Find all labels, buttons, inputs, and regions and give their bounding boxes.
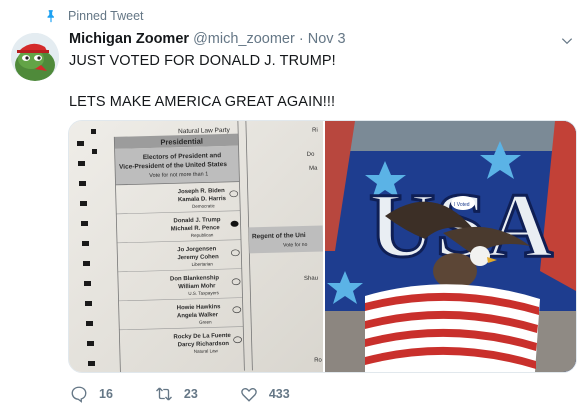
svg-text:Angela Walker: Angela Walker	[177, 312, 219, 319]
ballot-side-instruction: Vote for no	[283, 242, 308, 249]
retweet-action[interactable]: 23	[155, 385, 198, 403]
tweet-header: Michigan Zoomer @mich_zoomer · Nov 3	[69, 31, 346, 47]
svg-text:Natural Law: Natural Law	[194, 348, 219, 354]
svg-text:Republican: Republican	[191, 232, 214, 238]
pinned-label: Pinned Tweet	[68, 9, 144, 23]
like-icon	[241, 387, 257, 402]
tweet-text-line-2: LETS MAKE AMERICA GREAT AGAIN!!!	[69, 94, 336, 110]
tweet-date[interactable]: Nov 3	[308, 31, 346, 47]
avatar[interactable]	[11, 33, 59, 81]
svg-text:Jeremy Cohen: Jeremy Cohen	[177, 254, 219, 261]
tweet-media[interactable]: Natural Law Party Presidential Electors …	[68, 120, 577, 373]
svg-text:U.S. Taxpayers: U.S. Taxpayers	[188, 290, 219, 296]
flag-graphic	[365, 284, 540, 372]
svg-text:Libertarian: Libertarian	[192, 261, 214, 267]
reply-icon	[71, 386, 87, 403]
ballot-header: Presidential	[160, 137, 203, 147]
ballot-top-party: Natural Law Party	[178, 127, 231, 135]
retweet-count: 23	[183, 387, 198, 401]
like-count: 433	[268, 387, 290, 401]
svg-text:Green: Green	[199, 319, 212, 324]
chevron-down-icon[interactable]	[560, 34, 574, 48]
reply-action[interactable]: 16	[70, 385, 113, 403]
tweet-text-line-1: JUST VOTED FOR DONALD J. TRUMP!	[69, 53, 336, 69]
svg-text:Kamala D. Harris: Kamala D. Harris	[178, 196, 227, 203]
user-handle[interactable]: @mich_zoomer	[193, 31, 295, 47]
retweet-icon	[155, 387, 172, 401]
svg-text:Joseph R. Biden: Joseph R. Biden	[178, 188, 225, 195]
i-voted-sticker: I Voted	[451, 196, 475, 210]
svg-text:William Mohr: William Mohr	[178, 283, 216, 290]
svg-text:Democratic: Democratic	[192, 203, 216, 209]
ballot-side-name-2: Do	[307, 152, 315, 158]
shirt-photo[interactable]: USA I Voted	[325, 121, 576, 372]
pinned-indicator: Pinned Tweet	[44, 9, 144, 23]
ballot-photo[interactable]: Natural Law Party Presidential Electors …	[69, 121, 323, 372]
separator: ·	[298, 31, 304, 47]
user-name[interactable]: Michigan Zoomer	[69, 31, 189, 47]
like-action[interactable]: 433	[240, 385, 290, 403]
svg-text:I Voted: I Voted	[454, 202, 470, 208]
ballot-side-name-5: Ro	[314, 358, 322, 364]
ballot-side-header: Regent of the Uni	[252, 232, 306, 240]
svg-text:Howie Hawkins: Howie Hawkins	[177, 304, 221, 311]
tweet-actions: 16 23 433	[70, 385, 290, 403]
ballot-side-name-1: Ri	[312, 128, 318, 134]
reply-count: 16	[99, 387, 113, 401]
ballot-side-name-3: Ma	[309, 166, 318, 172]
ballot-side-name-4: Shau	[304, 276, 318, 282]
pin-icon	[47, 10, 54, 23]
svg-text:Donald J. Trump: Donald J. Trump	[173, 217, 220, 224]
svg-text:Jo Jorgensen: Jo Jorgensen	[177, 246, 216, 253]
